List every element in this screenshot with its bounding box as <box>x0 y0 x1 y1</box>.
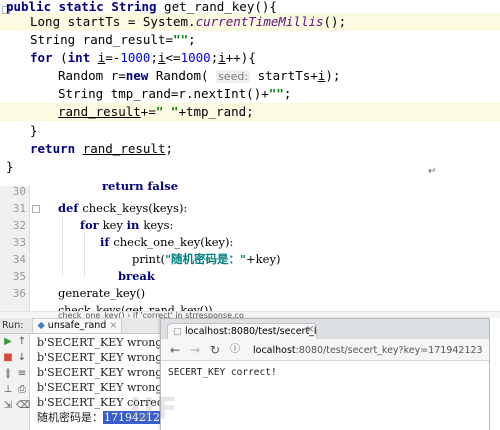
run-toolbar: ▶ ↑ ■ ↓ ‖ ≡ ⊥ ⎙ ⇲ ⌫ <box>0 334 30 430</box>
run-tab-header: Run: ◆ unsafe_rand × <box>0 318 160 334</box>
pause-icon[interactable]: ‖ <box>2 368 14 380</box>
param-hint: seed: <box>216 70 251 83</box>
output-line: b'SECERT_KEY wrong!' <box>37 366 170 379</box>
arrow-down-icon[interactable]: ↓ <box>16 352 28 364</box>
run-label: Run: <box>2 320 24 331</box>
browser-tab[interactable]: ▢ localhost:8080/test/secert_key?k <box>167 323 317 339</box>
indent-guide <box>62 216 63 276</box>
info-icon[interactable]: ⓘ <box>227 342 243 358</box>
java-line-9: return rand_result; <box>30 141 174 156</box>
browser-window: ▢ localhost:8080/test/secert_key?k × ← →… <box>160 318 490 430</box>
trash-icon[interactable]: ⌫ <box>16 400 30 412</box>
rerun-icon[interactable]: ▶ <box>2 336 14 348</box>
back-icon[interactable]: ← <box>167 342 183 358</box>
java-line-3: String rand_result=""; <box>30 32 196 47</box>
py-line-30: return false <box>102 179 179 193</box>
address-bar: ← → ↻ ⓘ localhost:8080/test/secert_key?k… <box>161 339 489 361</box>
forward-icon[interactable]: → <box>187 342 203 358</box>
breadcrumb[interactable]: check_one_key() › if 'correct' in strres… <box>0 311 500 318</box>
indent-guide <box>84 232 85 276</box>
output-line: b'SECERT_KEY wrong!' <box>37 351 170 364</box>
py-line-32: for key in keys: <box>80 218 174 232</box>
url-field[interactable]: localhost:8080/test/secert_key?key=17194… <box>253 343 483 358</box>
python-file-icon: ◆ <box>37 320 45 331</box>
line-number: 33 <box>12 236 26 249</box>
scroll-end-icon[interactable]: ⇲ <box>2 400 14 412</box>
line-number: 31 <box>12 202 26 215</box>
py-line-34: print("随机密码是："+key) <box>132 252 281 266</box>
return-mark-icon: ↵ <box>428 166 437 177</box>
java-line-4: for (int i=-1000;i<=1000;i++){ <box>30 50 256 65</box>
arrow-up-icon[interactable]: ↑ <box>16 336 28 348</box>
java-line-2: Long startTs = System.currentTimeMillis(… <box>30 14 347 29</box>
browser-tab-title: localhost:8080/test/secert_key?k <box>185 326 316 337</box>
java-line-8: } <box>30 123 38 138</box>
py-line-33: if check_one_key(key): <box>100 235 234 249</box>
py-line-36: generate_key() <box>58 286 146 300</box>
line-number: 32 <box>12 219 26 232</box>
python-code-panel: 30 31 32 33 34 35 36 return false def ch… <box>0 179 500 318</box>
java-code-panel: public static String get_rand_key(){ Lon… <box>0 0 500 186</box>
java-line-10: } <box>6 159 14 174</box>
run-tab[interactable]: ◆ unsafe_rand × <box>32 318 123 333</box>
java-line-5: Random r=new Random( seed: startTs+i); <box>58 68 341 83</box>
close-icon[interactable]: × <box>109 320 117 331</box>
page-content: SECERT_KEY correct! <box>168 367 277 378</box>
page-icon: ▢ <box>173 326 182 337</box>
fold-icon[interactable] <box>32 205 40 213</box>
wrap-icon[interactable]: ≡ <box>16 368 28 380</box>
run-tab-label: unsafe_rand <box>47 320 107 331</box>
line-number: 30 <box>12 185 26 198</box>
java-line-6: String tmp_rand=r.nextInt()+""; <box>58 86 292 101</box>
close-tab-icon[interactable]: × <box>306 324 314 335</box>
stop-icon[interactable]: ■ <box>2 352 14 364</box>
py-line-31: def check_keys(keys): <box>58 201 188 215</box>
java-line-7: rand_result+=" "+tmp_rand; <box>58 104 254 119</box>
line-number-gutter: 30 31 32 33 34 35 36 <box>0 185 30 318</box>
reload-icon[interactable]: ↻ <box>207 342 223 358</box>
output-line: b'SECERT_KEY wrong!' <box>37 336 170 349</box>
tab-strip: ▢ localhost:8080/test/secert_key?k × <box>161 319 489 339</box>
line-number: 36 <box>12 287 26 300</box>
print-icon[interactable]: ⎙ <box>16 384 28 396</box>
py-line-35: break <box>118 269 155 283</box>
line-number: 34 <box>12 253 26 266</box>
line-number: 35 <box>12 270 26 283</box>
pin-icon[interactable]: ⊥ <box>2 384 14 396</box>
watermark-logo: UF <box>130 392 179 427</box>
